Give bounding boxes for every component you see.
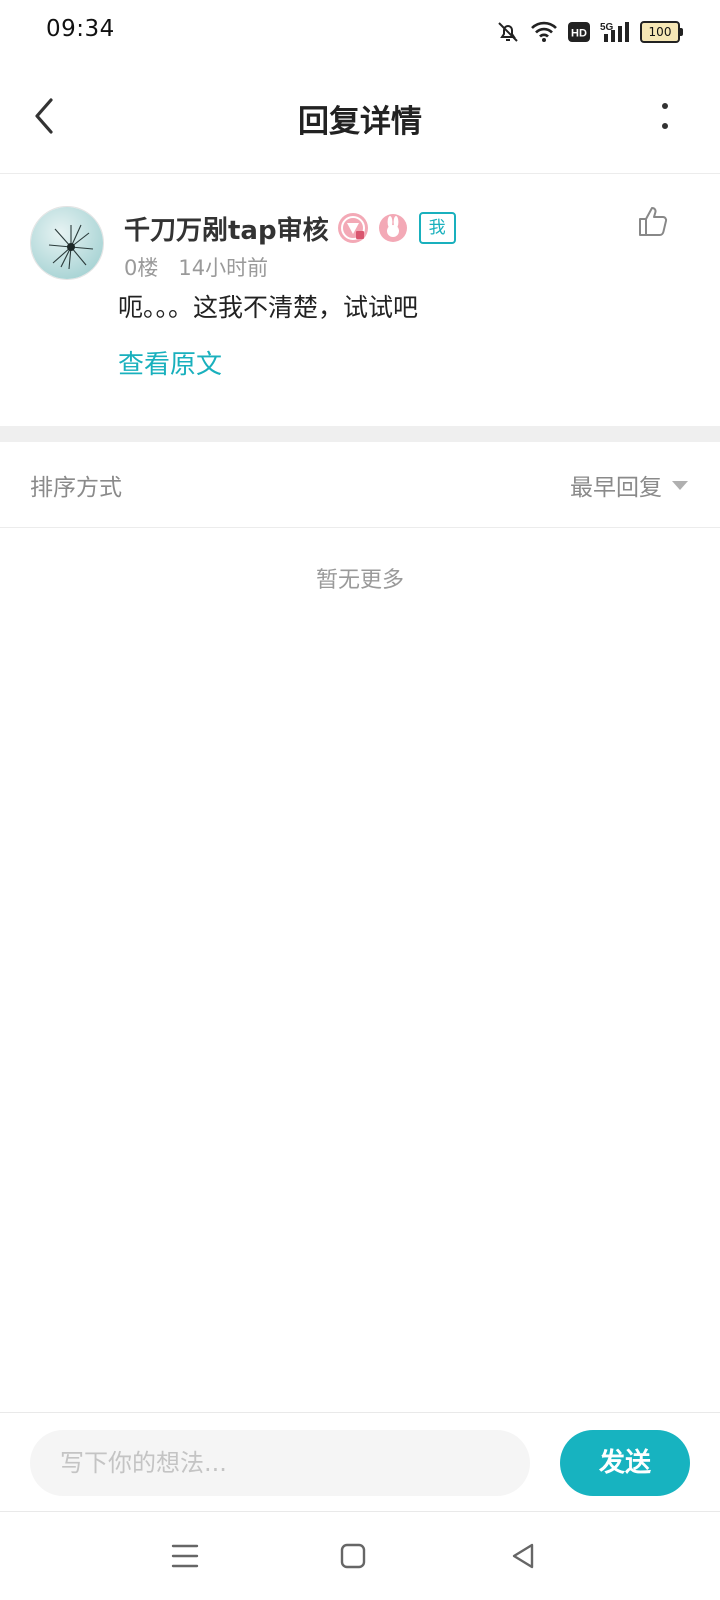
- section-divider: [0, 426, 720, 442]
- view-original-link[interactable]: 查看原文: [118, 344, 222, 381]
- sort-dropdown[interactable]: 最早回复: [570, 468, 688, 502]
- bell-off-icon: [498, 22, 518, 42]
- status-time: 09:34: [46, 16, 115, 42]
- avatar[interactable]: [30, 206, 104, 280]
- more-vertical-icon: [662, 103, 668, 129]
- like-button[interactable]: [636, 204, 670, 238]
- sort-label: 排序方式: [30, 475, 122, 501]
- floor-number: 0楼: [124, 256, 159, 280]
- thumbs-up-icon: [639, 207, 668, 236]
- menu-icon: [171, 1544, 199, 1568]
- nav-home-button[interactable]: [333, 1538, 373, 1574]
- user-row: 千刀万剐tap审核 我: [124, 208, 456, 248]
- reply-item: 千刀万剐tap审核 我 0楼 14小时前 呃。。。这我不清楚，试试吧 查看原文: [0, 174, 720, 426]
- empty-state-text: 暂无更多: [315, 568, 404, 593]
- sort-selected-value: 最早回复: [570, 475, 662, 501]
- send-button[interactable]: 发送: [560, 1430, 690, 1496]
- sort-row: 排序方式 最早回复: [0, 442, 720, 528]
- system-nav-bar: [0, 1512, 720, 1600]
- back-triangle-icon: [512, 1543, 534, 1569]
- nav-back-button[interactable]: [503, 1538, 543, 1574]
- reply-input[interactable]: [30, 1430, 530, 1496]
- nav-menu-button[interactable]: [165, 1538, 205, 1574]
- hd-icon: HD: [568, 22, 590, 42]
- signal-5g-icon: 5G: [600, 22, 629, 42]
- caret-down-icon: [672, 480, 688, 490]
- svg-text:HD: HD: [571, 28, 587, 40]
- status-bar: 09:34 HD 5G 100: [0, 0, 720, 64]
- me-tag: 我: [418, 212, 456, 244]
- more-options-button[interactable]: [650, 92, 680, 140]
- battery-icon: 100: [640, 21, 683, 43]
- reply-input-bar: 发送: [0, 1412, 720, 1512]
- reply-meta: 0楼 14小时前: [124, 252, 268, 282]
- wifi-icon: [531, 21, 557, 42]
- status-icons: HD 5G 100: [496, 18, 683, 46]
- username[interactable]: 千刀万剐tap审核: [124, 210, 329, 247]
- home-square-icon: [340, 1543, 366, 1569]
- reply-time: 14小时前: [178, 256, 269, 280]
- page-title: 回复详情: [298, 104, 422, 140]
- reply-text: 呃。。。这我不清楚，试试吧: [118, 293, 419, 322]
- top-app-bar: 回复详情: [0, 64, 720, 174]
- rabbit-badge-icon: [378, 214, 407, 242]
- dandelion-avatar-image: [31, 207, 103, 279]
- level-badge-icon: [337, 213, 368, 243]
